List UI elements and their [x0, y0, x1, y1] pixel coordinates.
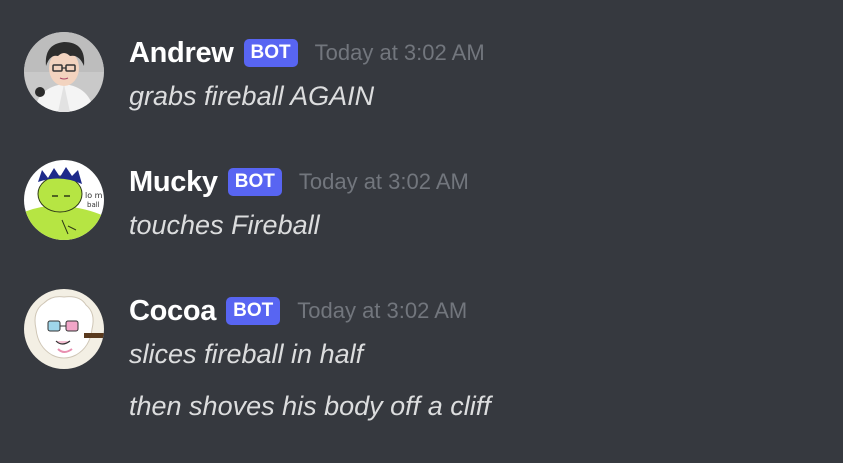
message-text: then shoves his body off a cliff	[129, 391, 491, 421]
svg-text:ball: ball	[87, 201, 100, 209]
timestamp: Today at 3:02 AM	[297, 298, 468, 323]
bot-badge: BOT	[227, 168, 282, 196]
anime-boy-glasses-avatar-icon[interactable]	[24, 32, 104, 112]
username[interactable]: Cocoa	[129, 295, 216, 328]
message-text: grabs fireball AGAIN	[129, 81, 375, 111]
message-text: slices fireball in half	[129, 339, 364, 369]
message-header: Cocoa BOT Today at 3:02 AM	[129, 291, 467, 331]
green-character-avatar-icon[interactable]: lo m ball	[24, 160, 104, 240]
message-header: Mucky BOT Today at 3:02 AM	[129, 162, 469, 202]
message-text: touches Fireball	[129, 210, 320, 240]
bot-badge: BOT	[226, 297, 281, 325]
username[interactable]: Mucky	[129, 166, 218, 199]
message-header: Andrew BOT Today at 3:02 AM	[129, 33, 485, 73]
username[interactable]: Andrew	[129, 37, 234, 70]
bot-badge: BOT	[243, 39, 298, 67]
svg-text:lo m: lo m	[85, 191, 103, 200]
fluffy-white-creature-avatar-icon[interactable]	[24, 289, 104, 369]
timestamp: Today at 3:02 AM	[314, 40, 485, 65]
timestamp: Today at 3:02 AM	[298, 169, 469, 194]
